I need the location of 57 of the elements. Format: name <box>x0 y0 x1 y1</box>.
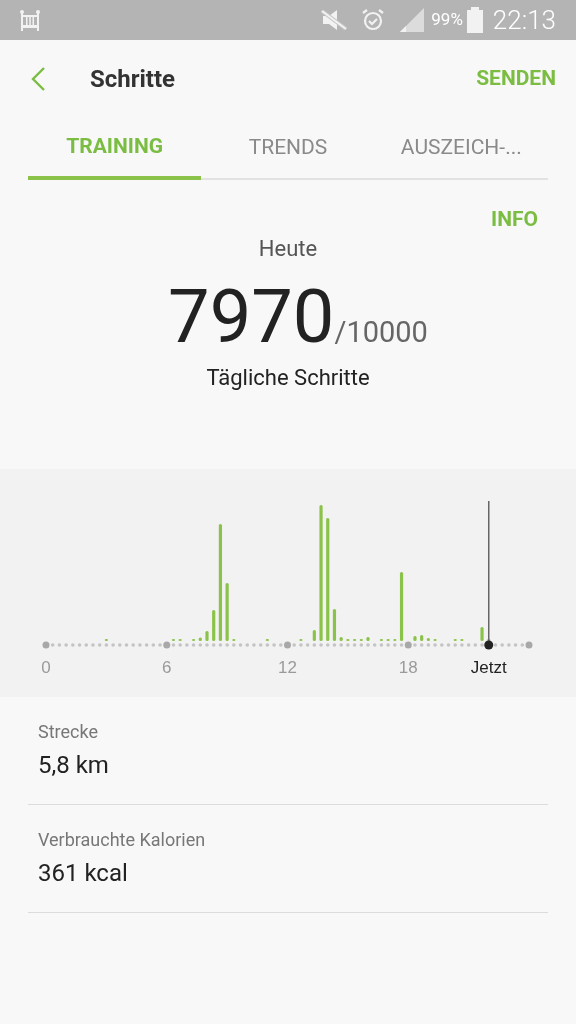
mute-icon <box>321 8 348 32</box>
info-link[interactable]: INFO <box>491 204 538 236</box>
step-bar <box>433 638 437 641</box>
step-bar <box>487 638 491 641</box>
step-bar <box>265 638 269 641</box>
step-bar <box>104 638 108 641</box>
signal-icon <box>399 7 426 33</box>
step-bar <box>453 638 457 641</box>
battery-percentage: 99% <box>431 8 463 32</box>
tab[interactable]: TRENDS <box>201 118 375 178</box>
tab[interactable]: TRAINING <box>28 118 202 180</box>
step-goal: /10000 <box>334 313 428 351</box>
step-bar <box>312 629 316 641</box>
step-bar <box>192 638 196 641</box>
tab[interactable]: AUSZEICH-... <box>374 118 548 178</box>
step-bar <box>332 608 337 641</box>
battery-icon <box>466 7 483 33</box>
step-bar <box>413 635 417 641</box>
send-button[interactable]: SENDEN <box>476 63 556 95</box>
step-bar <box>171 638 176 641</box>
hour-label: 0 <box>41 657 51 677</box>
step-bar <box>359 638 363 641</box>
step-caption: Tägliche Schritte <box>206 363 370 392</box>
clock: 22:13 <box>492 3 556 37</box>
step-bar <box>346 638 350 641</box>
step-bar <box>339 636 343 641</box>
step-bar <box>386 638 390 641</box>
step-bar <box>232 638 236 641</box>
crib-icon <box>20 9 40 31</box>
step-bar <box>353 638 357 641</box>
step-count: 7970 <box>168 274 335 359</box>
step-bar <box>460 638 464 641</box>
step-bar <box>198 637 202 641</box>
hour-label: 6 <box>162 657 172 677</box>
stat-value: 361 kcal <box>38 857 129 889</box>
step-bar <box>366 636 370 641</box>
step-bar <box>225 582 229 641</box>
step-bar <box>178 638 182 641</box>
now-label: Jetzt <box>470 657 507 677</box>
step-bar <box>205 630 209 641</box>
day-label: Heute <box>258 234 318 263</box>
step-bar <box>420 634 424 641</box>
step-bar <box>426 637 430 641</box>
stat-label: Verbrauchte Kalorien <box>38 827 207 852</box>
alarm-icon <box>361 8 386 32</box>
stat-label: Strecke <box>38 719 99 744</box>
back-icon <box>30 66 46 92</box>
step-bar <box>399 571 404 641</box>
screen-title: Schritte <box>90 64 176 95</box>
stat-value: 5,8 km <box>38 749 110 781</box>
step-bar <box>393 638 397 641</box>
step-bar <box>480 626 484 641</box>
hour-label: 12 <box>278 657 297 677</box>
step-bar <box>299 638 303 641</box>
step-bar <box>212 609 216 641</box>
step-bar <box>379 638 383 641</box>
hour-label: 18 <box>398 657 418 677</box>
